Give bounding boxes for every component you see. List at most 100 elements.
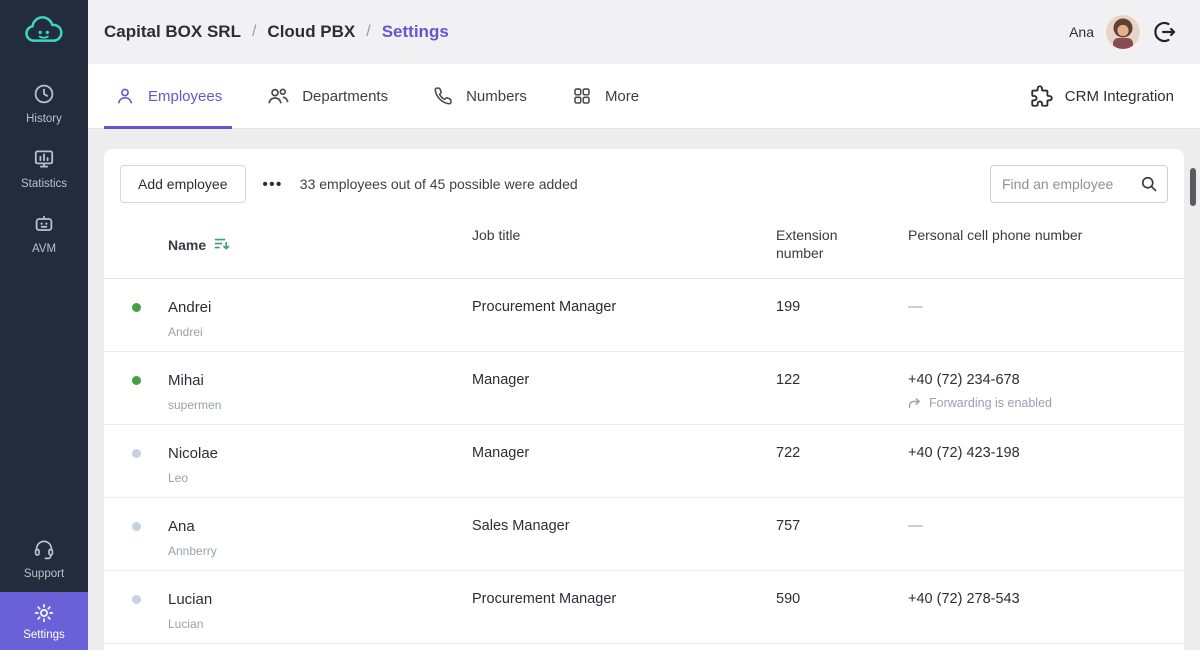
employee-phone: +40 (72) 423-198 — [908, 445, 1020, 461]
sidebar-item-label: Support — [23, 568, 65, 580]
tab-label: More — [604, 87, 640, 105]
employee-name: Andrei — [168, 299, 212, 316]
breadcrumb-separator: / — [251, 23, 257, 40]
table-row[interactable]: Lucian Lucian Procurement Manager 590 +4… — [104, 571, 1184, 644]
employee-extension: 122 — [776, 372, 801, 388]
sidebar-item-label: Settings — [23, 628, 65, 641]
table-header: Name Job title Extension number Personal… — [104, 215, 1184, 279]
search-box — [990, 165, 1168, 203]
employee-phone: +40 (72) 234-678 — [908, 372, 1020, 388]
status-cell — [104, 571, 168, 643]
breadcrumb-cloud-pbx[interactable]: Cloud PBX — [267, 22, 355, 42]
sidebar-item-settings[interactable]: Settings — [0, 592, 88, 650]
column-header-name[interactable]: Name — [168, 227, 472, 278]
logout-button[interactable] — [1152, 19, 1178, 45]
tab-numbers[interactable]: Numbers — [422, 64, 537, 128]
sidebar-item-label: AVM — [31, 243, 57, 255]
employee-extension: 722 — [776, 445, 801, 461]
tab-more[interactable]: More — [561, 64, 649, 128]
sidebar-item-avm[interactable]: AVM — [0, 212, 88, 255]
employee-login: Annberry — [168, 544, 217, 558]
sidebar-item-support[interactable]: Support — [0, 537, 88, 580]
top-bar: Capital BOX SRL / Cloud PBX / Settings A… — [88, 0, 1200, 64]
employee-name: Nicolae — [168, 445, 219, 462]
clock-icon — [34, 84, 54, 104]
status-dot — [131, 303, 141, 312]
puzzle-icon — [1031, 85, 1053, 107]
sidebar-item-label: History — [26, 113, 62, 125]
crm-integration-button[interactable]: CRM Integration — [1029, 64, 1174, 128]
forwarding-label: Forwarding is enabled — [929, 396, 1052, 410]
phone-cell: +40 (72) 278-543 — [908, 571, 1184, 643]
status-dot — [131, 376, 141, 385]
grid-icon — [574, 88, 590, 104]
phone-cell: +40 (72) 234-678 Forwarding is enabled — [908, 352, 1184, 424]
employee-extension: 757 — [776, 518, 801, 534]
phone-cell: +40 (72) 423-198 — [908, 425, 1184, 497]
robot-icon — [35, 215, 53, 231]
employee-name: Mihai — [168, 372, 204, 389]
scrollbar-thumb[interactable] — [1190, 168, 1196, 206]
column-header-job-title: Job title — [472, 227, 521, 243]
breadcrumb-separator: / — [366, 23, 371, 40]
employee-job-title: Manager — [472, 445, 530, 461]
status-cell — [104, 425, 168, 497]
toolbar: Add employee ••• 33 employees out of 45 … — [104, 149, 1184, 215]
phone-icon — [434, 87, 452, 105]
breadcrumb: Capital BOX SRL / Cloud PBX / Settings — [104, 22, 449, 42]
table-row[interactable]: Ana Annberry Sales Manager 757 — — [104, 498, 1184, 571]
sidebar-item-statistics[interactable]: Statistics — [0, 147, 88, 190]
table-row[interactable]: Nicolae Leo Manager 722 +40 (72) 423-198 — [104, 425, 1184, 498]
employee-extension: 590 — [776, 591, 801, 607]
tab-bar: Employees Departments Numbers More CRM I… — [88, 64, 1200, 129]
crm-label: CRM Integration — [1064, 87, 1174, 105]
employees-card: Add employee ••• 33 employees out of 45 … — [104, 149, 1184, 650]
status-cell — [104, 498, 168, 570]
table-row[interactable]: Andrei Andrei Procurement Manager 199 — — [104, 279, 1184, 352]
search-input[interactable] — [990, 165, 1168, 203]
employee-name: Lucian — [168, 591, 213, 608]
status-column-spacer — [104, 227, 168, 278]
sidebar-item-label: Statistics — [20, 178, 67, 190]
column-header-phone: Personal cell phone number — [908, 227, 1083, 243]
brand-logo[interactable] — [21, 11, 67, 56]
forwarding-note: Forwarding is enabled — [908, 396, 1184, 410]
breadcrumb-company[interactable]: Capital BOX SRL — [104, 22, 241, 42]
sidebar: History Statistics AVM Support Settings — [0, 0, 88, 650]
bar-chart-icon — [34, 150, 54, 168]
status-dot — [131, 595, 141, 604]
name-cell: Andrei Andrei — [168, 279, 472, 351]
status-dot — [131, 522, 141, 531]
column-label: Name — [168, 236, 207, 253]
main-area: Capital BOX SRL / Cloud PBX / Settings A… — [88, 0, 1200, 650]
employees-summary: 33 employees out of 45 possible were add… — [299, 176, 578, 192]
column-header-extension: Extension number — [776, 227, 838, 261]
employee-extension: 199 — [776, 299, 801, 315]
employee-login: supermen — [168, 398, 222, 412]
user-menu[interactable]: Ana — [1069, 15, 1140, 49]
sort-icon — [214, 238, 230, 250]
sidebar-item-history[interactable]: History — [0, 82, 88, 125]
employee-job-title: Procurement Manager — [472, 299, 617, 315]
tab-label: Departments — [302, 87, 389, 105]
status-dot — [131, 449, 141, 458]
table-body: Andrei Andrei Procurement Manager 199 — … — [104, 279, 1184, 644]
app-window: History Statistics AVM Support Settings … — [0, 0, 1200, 650]
more-options-button[interactable]: ••• — [261, 172, 285, 197]
employee-phone: — — [908, 299, 923, 315]
employee-login: Leo — [168, 471, 189, 485]
breadcrumb-settings[interactable]: Settings — [382, 22, 449, 42]
table-row[interactable]: Mihai supermen Manager 122 +40 (72) 234-… — [104, 352, 1184, 425]
logout-icon — [1154, 21, 1176, 43]
name-cell: Nicolae Leo — [168, 425, 472, 497]
tab-departments[interactable]: Departments — [256, 64, 398, 128]
employee-phone: — — [908, 518, 923, 534]
user-name: Ana — [1069, 24, 1094, 40]
employee-phone: +40 (72) 278-543 — [908, 591, 1020, 607]
employee-job-title: Manager — [472, 372, 530, 388]
tab-label: Numbers — [466, 87, 527, 105]
employee-job-title: Sales Manager — [472, 518, 570, 534]
tab-employees[interactable]: Employees — [104, 64, 233, 129]
gear-icon — [34, 603, 54, 622]
add-employee-button[interactable]: Add employee — [120, 165, 246, 203]
